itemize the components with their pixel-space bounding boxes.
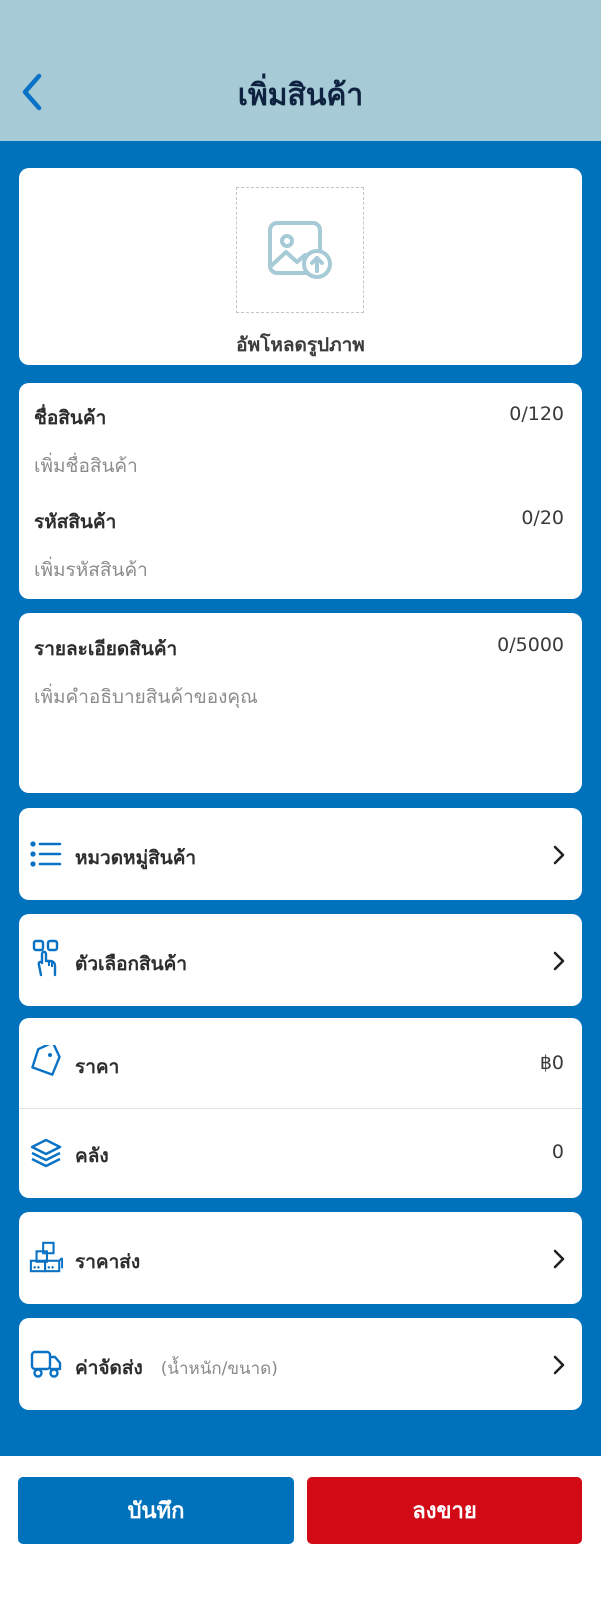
product-code-label: รหัสสินค้า (34, 511, 117, 533)
wholesale-price-label: ราคาส่ง (75, 1251, 141, 1273)
list-icon (29, 837, 63, 871)
upload-label: อัพโหลดรูปภาพ (236, 334, 365, 356)
shipping-cost-title: ค่าจัดส่ง (75, 1357, 143, 1379)
image-upload-dropzone[interactable] (236, 187, 364, 313)
category-row[interactable]: หมวดหมู่สินค้า (19, 808, 582, 900)
chevron-right-icon (550, 844, 568, 866)
action-footer: บันทึก ลงขาย (0, 1456, 601, 1609)
image-upload-icon (268, 221, 332, 279)
product-description-counter: 0/5000 (497, 634, 564, 656)
product-name-label: ชื่อสินค้า (34, 407, 107, 429)
save-button[interactable]: บันทึก (18, 1477, 294, 1544)
boxes-icon (29, 1240, 63, 1274)
product-description-card: รายละเอียดสินค้า 0/5000 เพิ่มคำอธิบายสิน… (19, 613, 582, 793)
product-options-row[interactable]: ตัวเลือกสินค้า (19, 914, 582, 1006)
price-stock-card: ราคา ฿0 คลัง 0 (19, 1018, 582, 1198)
form-content: อัพโหลดรูปภาพ ชื่อสินค้า 0/120 เพิ่มชื่อ… (0, 141, 601, 1456)
shipping-cost-label: ค่าจัดส่ง (น้ำหนัก/ขนาด) (75, 1353, 278, 1383)
image-upload-card: อัพโหลดรูปภาพ (19, 168, 582, 365)
product-name-counter: 0/120 (509, 403, 564, 425)
product-description-input[interactable]: เพิ่มคำอธิบายสินค้าของคุณ (34, 682, 554, 782)
product-name-input[interactable]: เพิ่มชื่อสินค้า (34, 451, 554, 481)
price-row[interactable]: ราคา ฿0 (19, 1018, 582, 1108)
touch-select-icon (29, 939, 63, 977)
product-description-label: รายละเอียดสินค้า (34, 638, 178, 660)
truck-icon (29, 1347, 63, 1381)
category-label: หมวดหมู่สินค้า (75, 847, 197, 869)
price-label: ราคา (75, 1056, 120, 1078)
stock-label: คลัง (75, 1145, 109, 1167)
shipping-cost-sublabel: (น้ำหนัก/ขนาด) (160, 1359, 278, 1379)
product-code-counter: 0/20 (521, 507, 564, 529)
product-code-input[interactable]: เพิ่มรหัสสินค้า (34, 555, 554, 585)
product-options-label: ตัวเลือกสินค้า (75, 953, 188, 975)
shipping-cost-row[interactable]: ค่าจัดส่ง (น้ำหนัก/ขนาด) (19, 1318, 582, 1410)
layers-icon (29, 1136, 63, 1170)
price-tag-icon (29, 1044, 63, 1078)
app-header: เพิ่มสินค้า (0, 0, 601, 141)
price-value: ฿0 (539, 1052, 564, 1074)
publish-button[interactable]: ลงขาย (307, 1477, 582, 1544)
wholesale-price-row[interactable]: ราคาส่ง (19, 1212, 582, 1304)
chevron-right-icon (550, 1354, 568, 1376)
chevron-right-icon (550, 950, 568, 972)
stock-row[interactable]: คลัง 0 (19, 1109, 582, 1198)
stock-value: 0 (551, 1141, 564, 1163)
page-title: เพิ่มสินค้า (237, 78, 364, 113)
product-info-card: ชื่อสินค้า 0/120 เพิ่มชื่อสินค้า รหัสสิน… (19, 383, 582, 599)
chevron-right-icon (550, 1248, 568, 1270)
